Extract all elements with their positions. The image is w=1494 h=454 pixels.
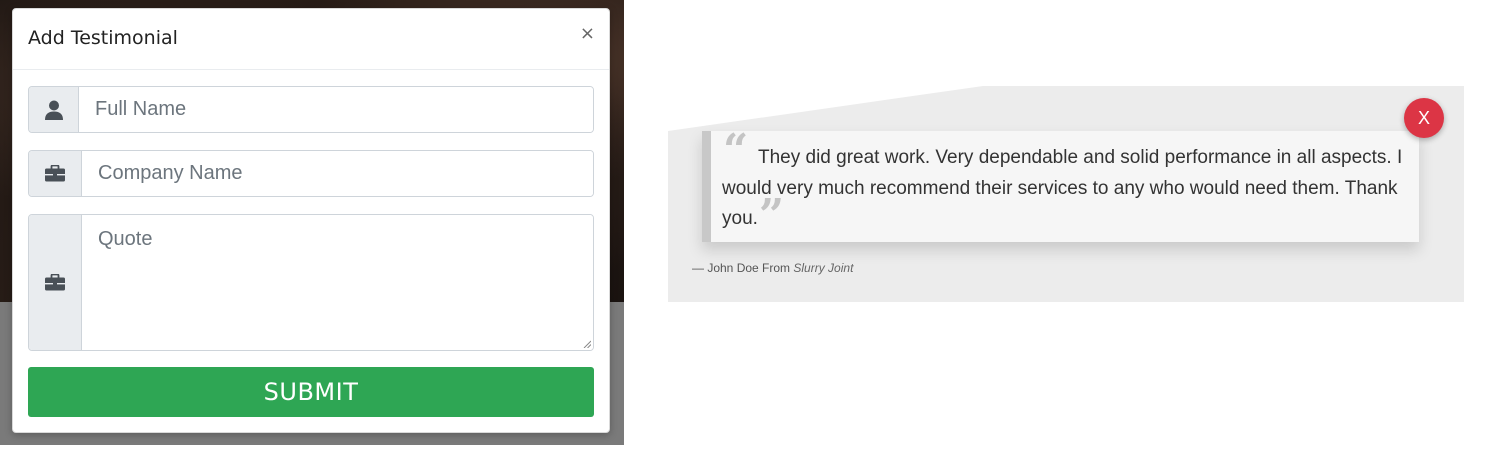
full-name-group: Full Name: [28, 86, 594, 133]
submit-button[interactable]: SUBMIT: [28, 367, 594, 417]
quote-group: Quote: [28, 214, 594, 351]
modal-title: Add Testimonial: [28, 27, 178, 49]
testimonial-close-button[interactable]: X: [1404, 98, 1444, 138]
user-icon: [29, 87, 79, 132]
quote-placeholder: Quote: [98, 228, 153, 250]
add-testimonial-modal: Add Testimonial × Full Name Company Name: [12, 8, 610, 433]
briefcase-icon: [29, 215, 82, 350]
panel-corner-cut: [668, 86, 983, 131]
modal-close-button[interactable]: ×: [580, 23, 595, 44]
attribution-author: — John Doe From: [692, 261, 791, 275]
company-name-group: Company Name: [28, 150, 594, 197]
testimonial-quote-box: “ They did great work. Very dependable a…: [702, 129, 1419, 242]
briefcase-icon: [29, 151, 82, 196]
testimonial-text-block: They did great work. Very dependable and…: [722, 147, 1403, 241]
testimonial-text: They did great work. Very dependable and…: [722, 147, 1403, 229]
resize-handle-icon[interactable]: [583, 340, 591, 348]
company-name-input[interactable]: Company Name: [82, 151, 593, 196]
full-name-input[interactable]: Full Name: [79, 87, 593, 132]
quote-textarea[interactable]: Quote: [82, 215, 593, 350]
modal-header: Add Testimonial ×: [13, 9, 609, 70]
testimonial-attribution: — John Doe From Slurry Joint: [692, 261, 853, 275]
attribution-company: Slurry Joint: [793, 261, 854, 275]
